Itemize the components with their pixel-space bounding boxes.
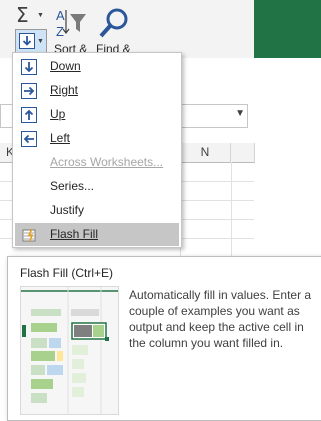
menu-item-down[interactable]: Down — [15, 55, 179, 78]
menu-item-right[interactable]: Right — [15, 79, 179, 102]
fill-button[interactable]: ▼ — [15, 29, 47, 53]
menu-item-across-worksheets: Across Worksheets... — [15, 151, 179, 174]
column-header-o[interactable] — [231, 143, 255, 163]
menu-item-up[interactable]: Up — [15, 103, 179, 126]
tooltip-description: Automatically fill in values. Enter a co… — [129, 288, 312, 350]
menu-item-label: Up — [50, 107, 66, 121]
arrow-up-icon — [21, 107, 37, 123]
window-accent-edge — [254, 0, 321, 58]
arrow-down-icon — [21, 59, 37, 75]
menu-item-justify[interactable]: Justify — [15, 199, 179, 222]
svg-text:A: A — [56, 8, 65, 23]
sort-filter-button[interactable]: A Z — [54, 6, 88, 40]
menu-item-series[interactable]: Series... — [15, 175, 179, 198]
arrow-right-icon — [21, 83, 37, 99]
menu-item-label: Flash Fill — [50, 227, 99, 241]
menu-item-label: Left — [50, 131, 71, 145]
menu-item-flash-fill[interactable]: Flash Fill — [15, 223, 179, 246]
column-header-n[interactable]: N — [180, 143, 231, 163]
menu-item-label: Right — [50, 83, 79, 97]
tooltip-title: Flash Fill (Ctrl+E) — [20, 266, 114, 280]
flash-fill-tooltip: Flash Fill (Ctrl+E) Automatically fill i… — [7, 256, 321, 421]
fill-down-icon — [19, 33, 35, 49]
autosum-button[interactable]: Σ — [16, 4, 36, 26]
magnifier-icon — [99, 8, 128, 38]
arrow-left-icon — [21, 131, 37, 147]
menu-item-label: Series... — [50, 179, 95, 193]
fill-menu: Down Right Up Left Across Worksheets... … — [12, 52, 182, 248]
menu-item-label: Across Worksheets... — [50, 155, 164, 169]
sort-filter-icon: A Z — [56, 8, 86, 39]
fill-dropdown-icon: ▼ — [37, 38, 44, 45]
menu-item-label: Justify — [50, 203, 85, 217]
find-select-button[interactable] — [97, 6, 131, 40]
svg-text:Z: Z — [56, 24, 64, 39]
flash-fill-icon — [21, 227, 36, 242]
autosum-dropdown-icon[interactable]: ▼ — [37, 12, 44, 19]
menu-item-left[interactable]: Left — [15, 127, 179, 150]
sigma-icon: Σ — [16, 3, 29, 27]
menu-item-label: Down — [50, 59, 81, 73]
flash-fill-illustration — [20, 286, 119, 415]
formula-bar-expand-icon[interactable]: ▼ — [235, 108, 245, 119]
